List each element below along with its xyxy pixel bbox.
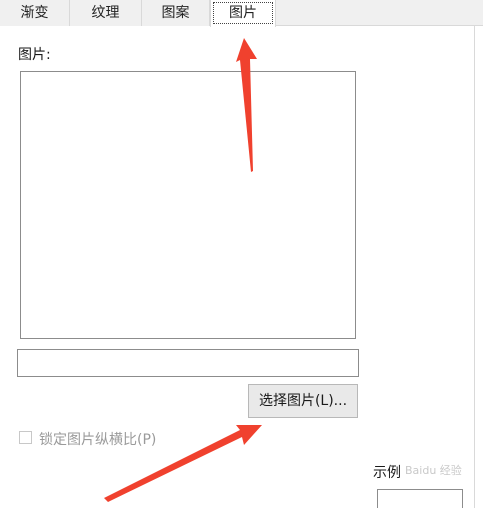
- watermark-text: Baidu 经验: [405, 464, 462, 477]
- tab-gradient[interactable]: 渐变: [0, 0, 70, 26]
- tab-picture[interactable]: 图片: [210, 0, 276, 27]
- tab-pattern-label: 图案: [161, 5, 190, 21]
- picture-label: 图片:: [18, 47, 51, 63]
- select-picture-button[interactable]: 选择图片(L)...: [248, 384, 358, 418]
- tab-strip: 渐变 纹理 图案 图片: [0, 0, 483, 27]
- sample-preview: [377, 489, 463, 508]
- tab-gradient-label: 渐变: [20, 5, 49, 21]
- tab-focus-outline: [213, 2, 273, 24]
- tab-texture[interactable]: 纹理: [70, 0, 142, 26]
- panel-right-border: [474, 26, 475, 508]
- tab-texture-label: 纹理: [91, 5, 120, 21]
- picture-path-field[interactable]: [17, 349, 359, 377]
- tab-pattern[interactable]: 图案: [142, 0, 210, 26]
- sample-label: 示例: [373, 465, 401, 481]
- picture-preview: [20, 71, 356, 339]
- lock-aspect-checkbox[interactable]: [19, 431, 32, 444]
- fill-effects-dialog: 渐变 纹理 图案 图片 图片: 选择图片(L)... 锁定图片纵横比(P) 示例…: [0, 0, 483, 508]
- lock-aspect-label: 锁定图片纵横比(P): [39, 432, 157, 448]
